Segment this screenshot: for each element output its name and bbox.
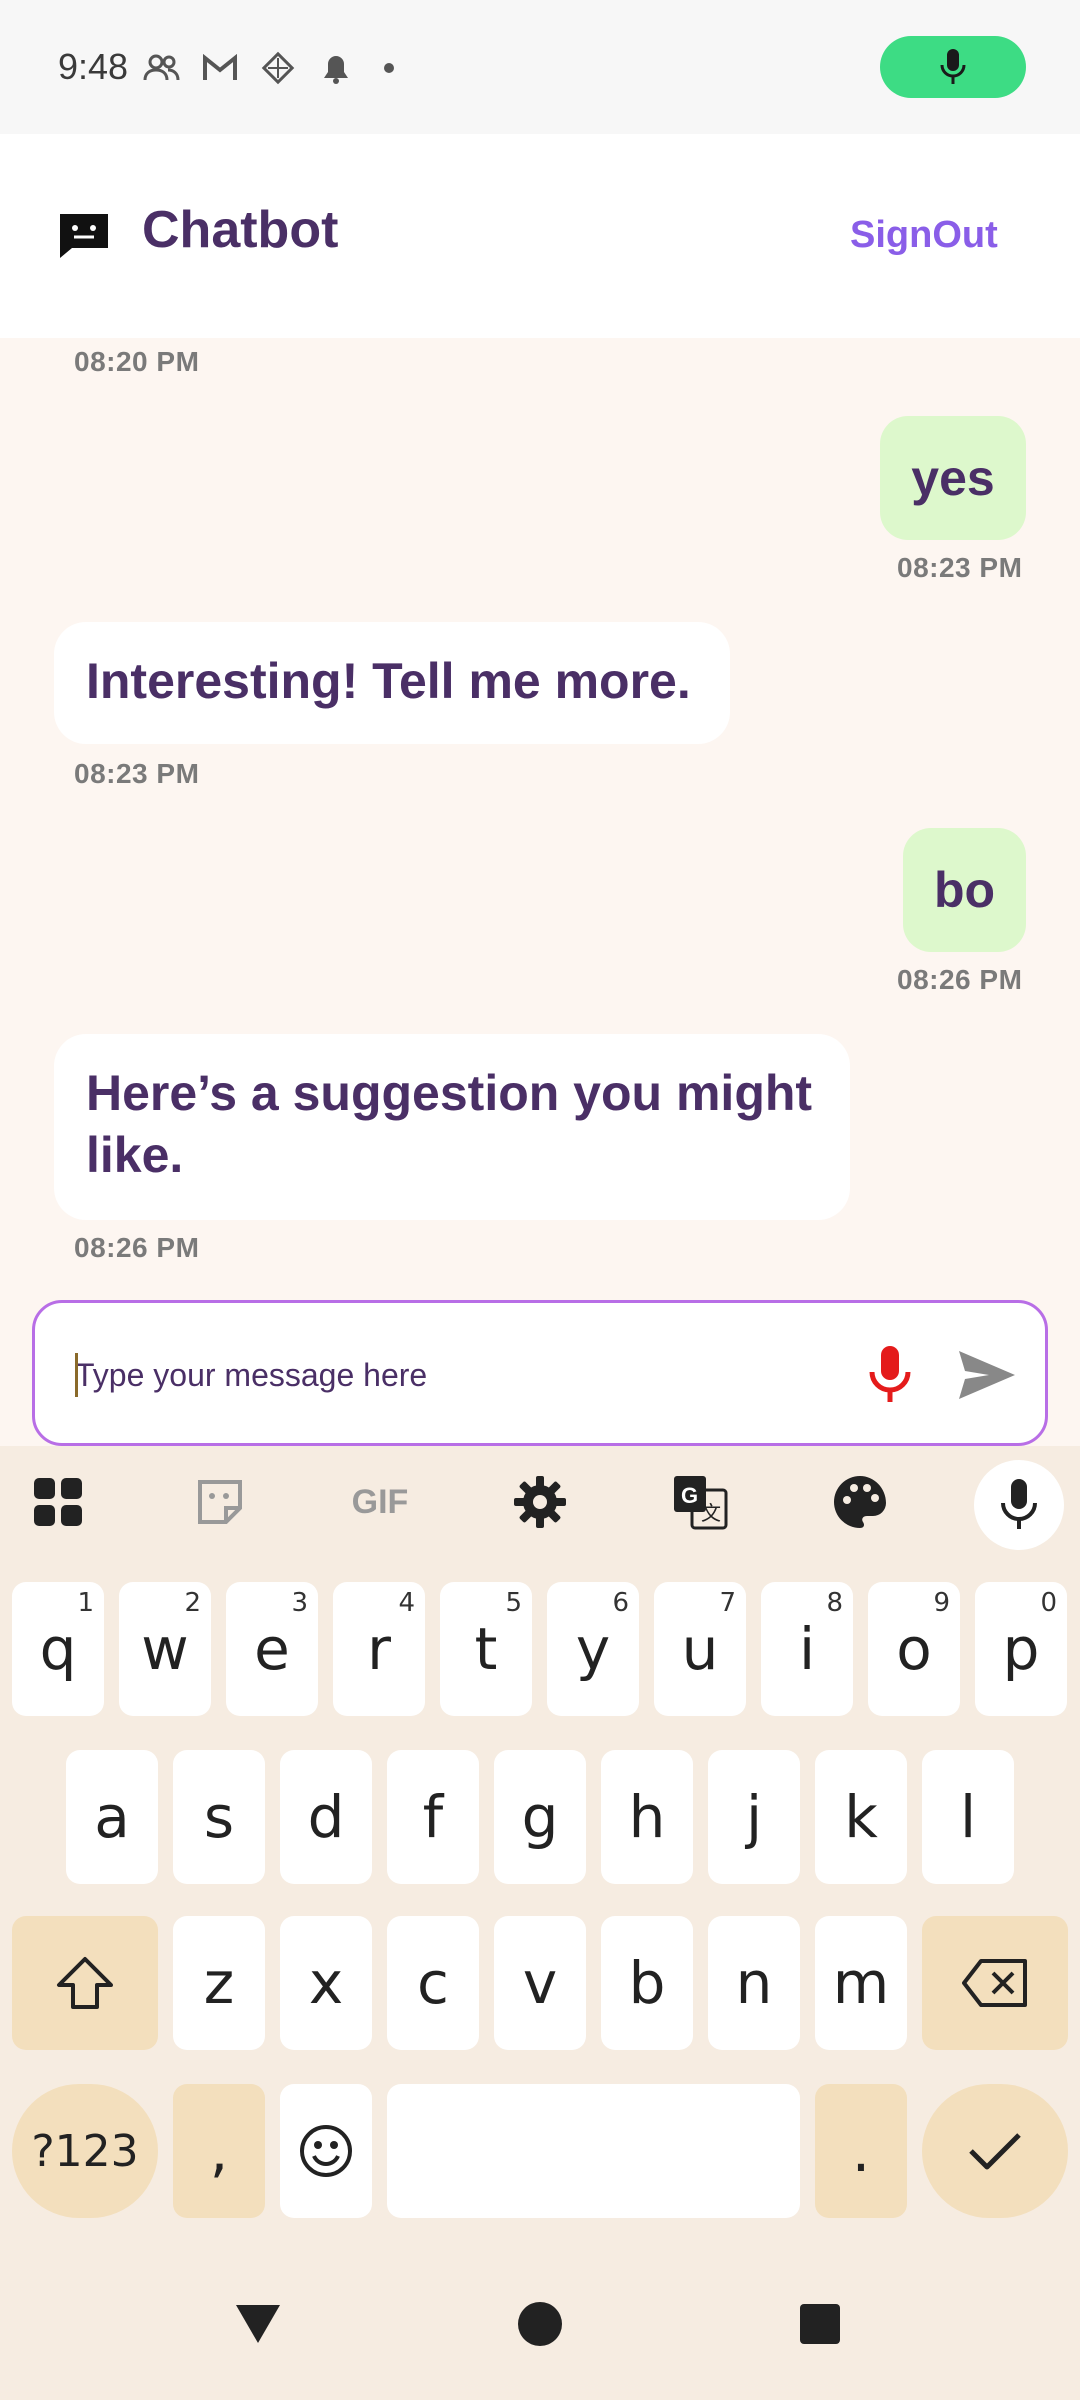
key-g[interactable]: g [494,1750,586,1884]
people-icon [142,48,182,88]
user-message: bo [903,828,1026,952]
status-bar: 9:48 [0,0,1080,134]
emoji-key[interactable] [280,2084,372,2218]
gmail-icon [200,48,240,88]
settings-icon[interactable] [500,1462,580,1542]
bell-icon [316,48,356,88]
shift-icon [57,1957,113,2009]
navigation-bar [0,2248,1080,2400]
key-y[interactable]: y6 [547,1582,639,1716]
key-p[interactable]: p0 [975,1582,1067,1716]
enter-key[interactable] [922,2084,1068,2218]
sticker-icon[interactable] [180,1462,260,1542]
key-c[interactable]: c [387,1916,479,2050]
key-z[interactable]: z [173,1916,265,2050]
translate-icon[interactable]: G文 [660,1462,740,1542]
symbols-key[interactable]: ?123 [12,2084,158,2218]
mic-icon [869,1346,911,1402]
dot-icon [384,63,394,73]
chat-logo-icon [58,210,110,262]
app-bar: Chatbot SignOut [0,134,1080,338]
keyboard: GIF G文 q1 w2 e3 r4 t5 y6 u7 i8 o9 p0 a s… [0,1446,1080,2248]
back-button[interactable] [228,2294,288,2354]
status-time: 9:48 [58,46,129,87]
key-d[interactable]: d [280,1750,372,1884]
recents-button[interactable] [790,2294,850,2354]
key-o[interactable]: o9 [868,1582,960,1716]
status-icons [142,48,394,88]
message-time: 08:23 PM [74,758,200,789]
space-key[interactable] [387,2084,800,2218]
bot-message: Here’s a suggestion you might like. [54,1034,850,1220]
key-a[interactable]: a [66,1750,158,1884]
user-message: yes [880,416,1026,540]
voice-input-button[interactable] [859,1343,921,1405]
emoji-icon [300,2125,352,2177]
message-composer [32,1300,1048,1446]
key-u[interactable]: u7 [654,1582,746,1716]
key-s[interactable]: s [173,1750,265,1884]
palette-icon[interactable] [820,1462,900,1542]
comma-key[interactable]: , [173,2084,265,2218]
key-f[interactable]: f [387,1750,479,1884]
message-input[interactable] [75,1347,835,1403]
app-title: Chatbot [142,201,339,259]
mic-indicator-icon [880,36,1026,98]
diamond-icon [258,48,298,88]
message-text: yes [911,450,995,506]
send-icon [959,1351,1015,1399]
svg-text:文: 文 [701,1501,721,1525]
key-e[interactable]: e3 [226,1582,318,1716]
signout-button[interactable]: SignOut [850,214,998,257]
key-q[interactable]: q1 [12,1582,104,1716]
keyboard-toolbar: GIF G文 [0,1446,1080,1558]
key-b[interactable]: b [601,1916,693,2050]
chat-list[interactable]: 08:20 PM yes 08:23 PM Interesting! Tell … [0,338,1080,1440]
message-text: Interesting! Tell me more. [86,653,691,709]
key-w[interactable]: w2 [119,1582,211,1716]
message-time: 08:26 PM [74,1232,200,1263]
mic-icon [1001,1479,1037,1529]
key-j[interactable]: j [708,1750,800,1884]
key-h[interactable]: h [601,1750,693,1884]
key-m[interactable]: m [815,1916,907,2050]
backspace-key[interactable] [922,1916,1068,2050]
backspace-icon [962,1959,1027,2007]
key-v[interactable]: v [494,1916,586,2050]
apps-icon[interactable] [18,1462,98,1542]
key-n[interactable]: n [708,1916,800,2050]
checkmark-icon [969,2133,1021,2170]
back-triangle-icon [236,2305,280,2343]
key-r[interactable]: r4 [333,1582,425,1716]
text-caret [75,1353,78,1397]
message-time: 08:26 PM [897,964,1023,995]
home-button[interactable] [510,2294,570,2354]
period-key[interactable]: . [815,2084,907,2218]
message-time: 08:20 PM [74,346,200,377]
key-k[interactable]: k [815,1750,907,1884]
key-l[interactable]: l [922,1750,1014,1884]
key-x[interactable]: x [280,1916,372,2050]
shift-key[interactable] [12,1916,158,2050]
key-i[interactable]: i8 [761,1582,853,1716]
key-t[interactable]: t5 [440,1582,532,1716]
message-text: Here’s a suggestion you might like. [86,1065,813,1183]
message-time: 08:23 PM [897,552,1023,583]
send-button[interactable] [955,1343,1019,1407]
bot-message: Interesting! Tell me more. [54,622,730,744]
recents-square-icon [800,2304,840,2344]
gif-button[interactable]: GIF [340,1462,420,1542]
svg-text:G: G [681,1483,698,1508]
home-circle-icon [518,2302,562,2346]
message-text: bo [933,862,996,918]
keyboard-voice-button[interactable] [974,1460,1064,1550]
